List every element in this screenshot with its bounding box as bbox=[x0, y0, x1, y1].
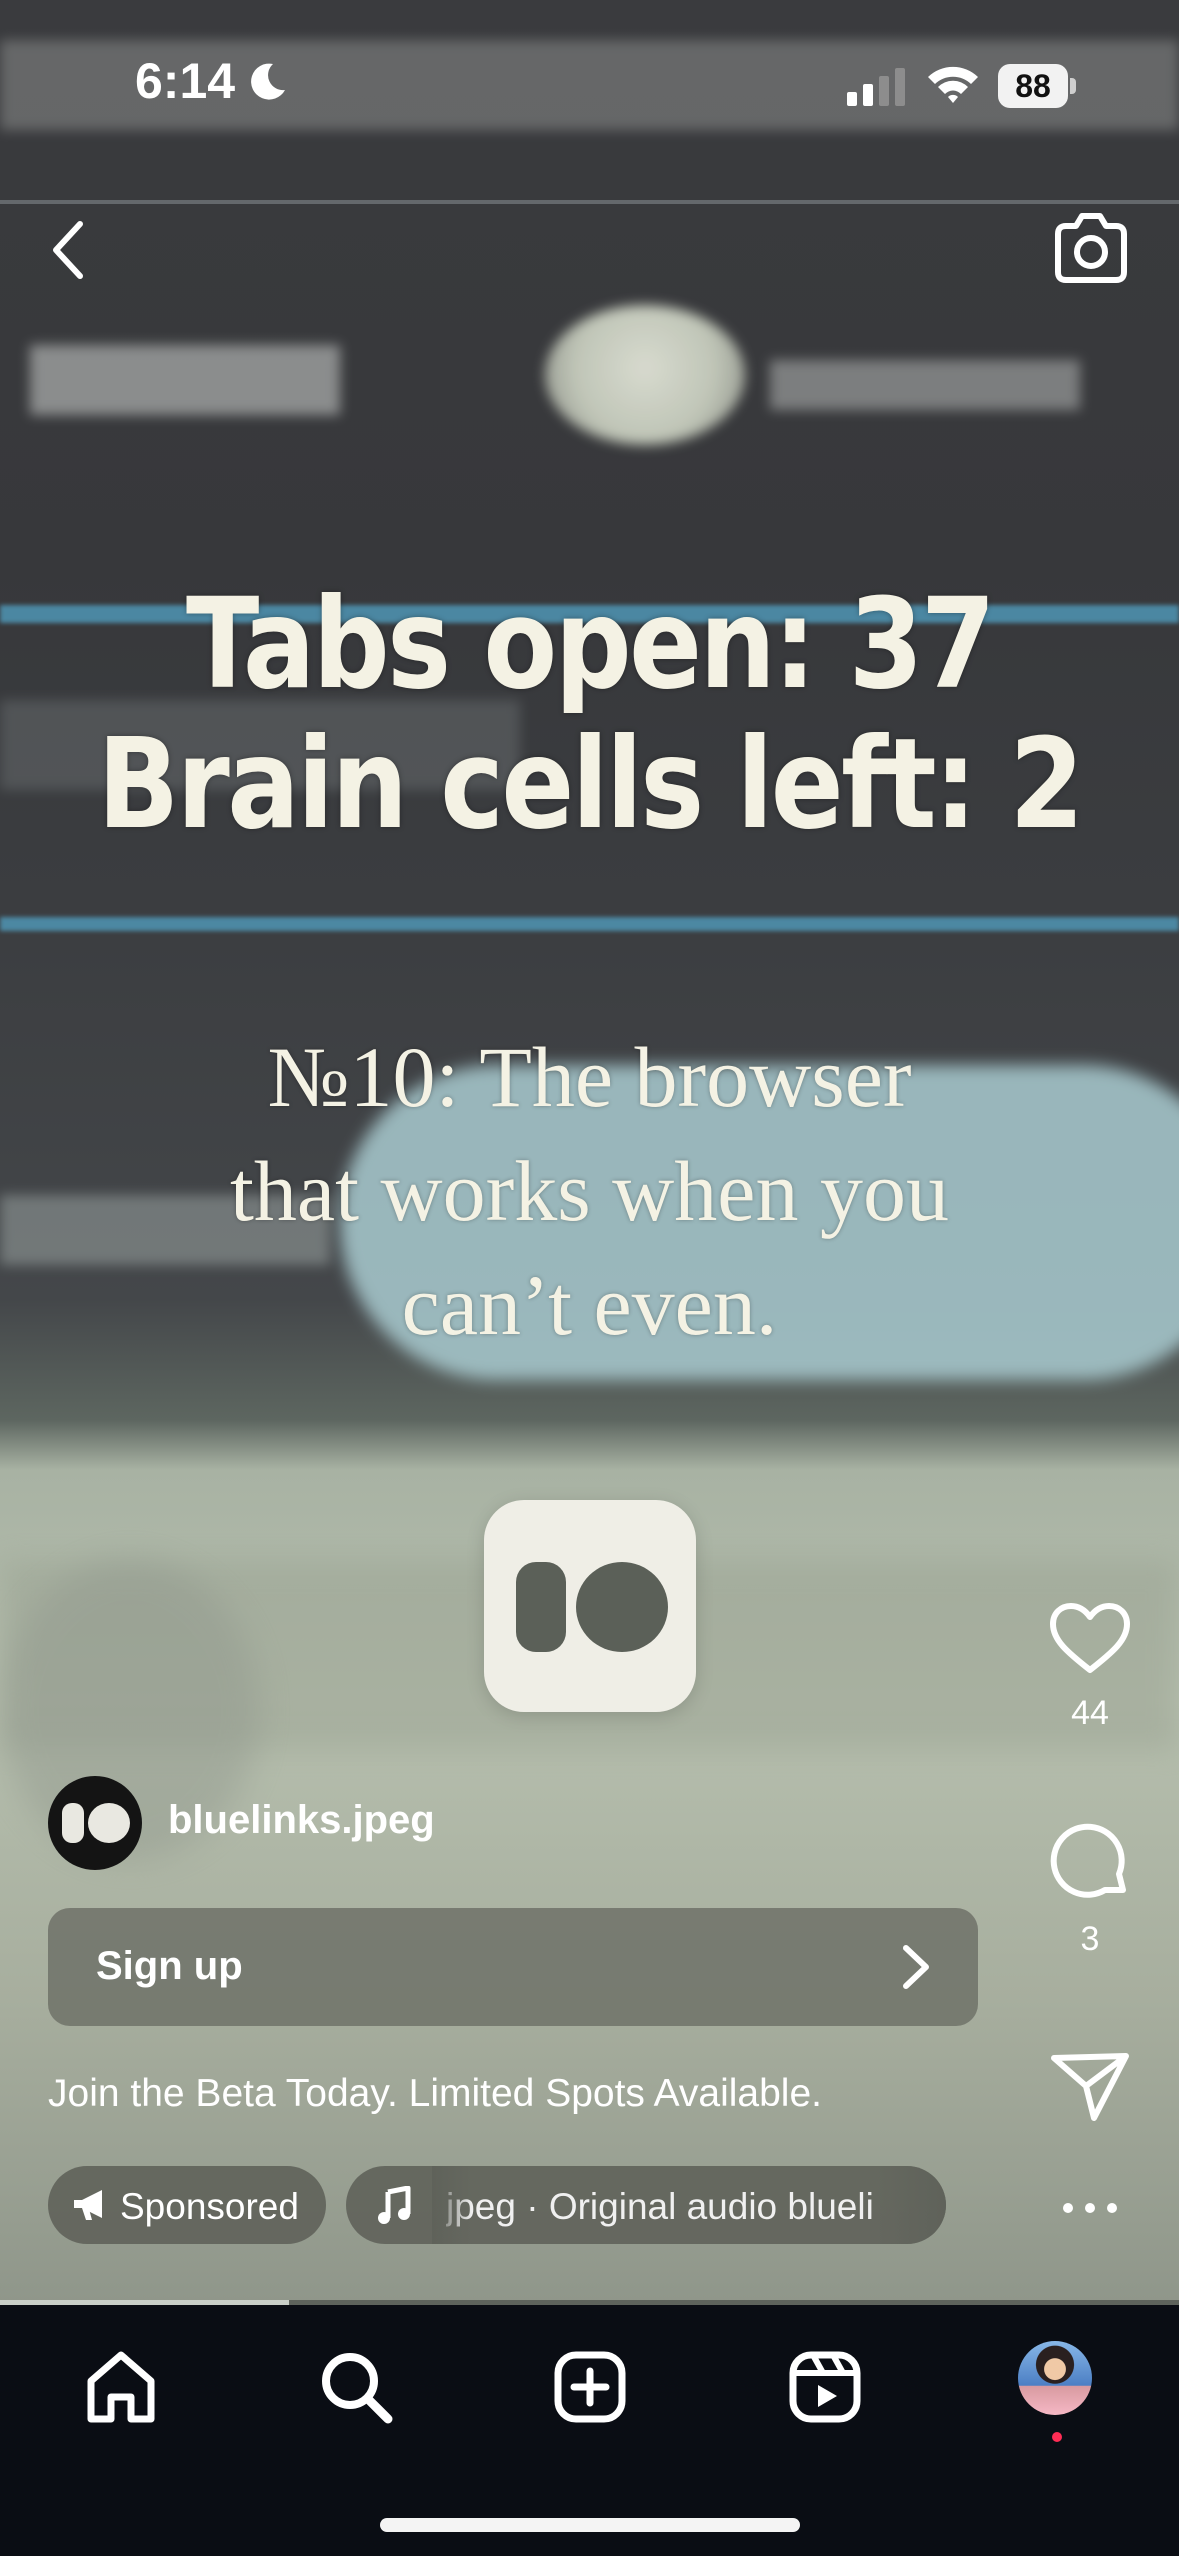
video-subline: №10: The browser that works when you can… bbox=[0, 1020, 1179, 1362]
create-icon[interactable] bbox=[550, 2347, 630, 2427]
blurred-divider bbox=[0, 200, 1179, 204]
avatar-logo-circle bbox=[88, 1803, 130, 1843]
status-bar: 6:14 88 bbox=[0, 0, 1179, 170]
bottom-navigation bbox=[0, 2305, 1179, 2556]
like-action[interactable]: 44 bbox=[1030, 1600, 1150, 1733]
audio-fade-right bbox=[876, 2166, 946, 2244]
audio-label: jpeg · Original audio blueli bbox=[446, 2186, 874, 2227]
audio-fade-left bbox=[432, 2166, 472, 2244]
profile-avatar[interactable] bbox=[1018, 2341, 1092, 2415]
avatar-logo-pill bbox=[62, 1803, 84, 1843]
post-caption[interactable]: Join the Beta Today. Limited Spots Avail… bbox=[48, 2072, 822, 2116]
music-note-icon bbox=[378, 2186, 411, 2224]
app-logo bbox=[484, 1500, 696, 1712]
chevron-left-icon[interactable] bbox=[40, 210, 100, 290]
megaphone-icon bbox=[74, 2190, 102, 2220]
cyan-line-bottom bbox=[0, 917, 1179, 931]
reel-screen: Tabs open: 37 Brain cells left: 2 №10: T… bbox=[0, 0, 1179, 2556]
more-action[interactable] bbox=[1030, 2198, 1150, 2218]
comment-action[interactable]: 3 bbox=[1030, 1820, 1150, 1959]
home-icon[interactable] bbox=[81, 2347, 161, 2427]
account-username[interactable]: bluelinks.jpeg bbox=[168, 1798, 435, 1843]
logo-pill-shape bbox=[516, 1562, 566, 1652]
more-icon[interactable] bbox=[1060, 2198, 1120, 2218]
heart-icon[interactable] bbox=[1047, 1600, 1133, 1676]
notification-dot bbox=[1052, 2432, 1062, 2442]
battery-icon: 88 bbox=[998, 64, 1076, 108]
account-avatar[interactable] bbox=[48, 1776, 142, 1870]
status-time: 6:14 bbox=[135, 53, 236, 109]
chevron-right-icon bbox=[903, 1945, 929, 1989]
blurred-bar-right bbox=[770, 360, 1080, 410]
camera-icon[interactable] bbox=[1050, 208, 1132, 288]
wifi-icon bbox=[928, 66, 978, 103]
share-action[interactable] bbox=[1030, 2048, 1150, 2124]
video-headline: Tabs open: 37 Brain cells left: 2 bbox=[83, 575, 1097, 855]
battery-level: 88 bbox=[998, 64, 1068, 108]
comment-count: 3 bbox=[1080, 1920, 1100, 1958]
subline-line-2: that works when you bbox=[230, 1143, 949, 1239]
search-icon[interactable] bbox=[316, 2347, 396, 2427]
sign-up-button[interactable]: Sign up bbox=[48, 1908, 978, 2026]
headline-line-1: Tabs open: 37 bbox=[185, 572, 996, 717]
audio-chip[interactable]: jpeg · Original audio blueli bbox=[346, 2166, 946, 2244]
logo-circle-shape bbox=[576, 1562, 668, 1652]
home-indicator[interactable] bbox=[380, 2518, 800, 2532]
blurred-orb bbox=[545, 305, 745, 445]
battery-nub bbox=[1070, 78, 1076, 94]
subline-line-1: №10: The browser bbox=[267, 1029, 912, 1125]
reels-icon[interactable] bbox=[785, 2347, 865, 2427]
sponsored-chip[interactable]: Sponsored bbox=[48, 2166, 326, 2244]
like-count: 44 bbox=[1071, 1694, 1109, 1732]
sponsored-label: Sponsored bbox=[120, 2186, 299, 2227]
moon-icon bbox=[251, 63, 285, 100]
subline-line-3: can’t even. bbox=[401, 1257, 778, 1353]
headline-line-2: Brain cells left: 2 bbox=[97, 712, 1084, 857]
sign-up-label: Sign up bbox=[96, 1944, 243, 1988]
comment-icon[interactable] bbox=[1047, 1820, 1133, 1902]
cellular-signal-icon bbox=[847, 68, 905, 106]
blurred-bar-left bbox=[30, 345, 340, 415]
share-icon[interactable] bbox=[1048, 2048, 1132, 2124]
